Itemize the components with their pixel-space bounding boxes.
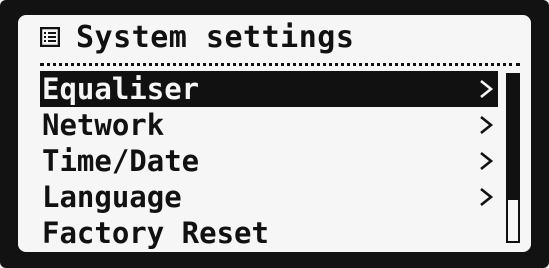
menu-item-factory-reset[interactable]: Factory Reset <box>40 215 498 251</box>
chevron-right-icon <box>480 115 494 135</box>
menu-item-time-date[interactable]: Time/Date <box>40 143 498 179</box>
settings-menu: Equaliser Network Time/Date Language Fac… <box>40 71 498 251</box>
scrollbar-thumb[interactable] <box>508 75 518 200</box>
chevron-right-icon <box>480 151 494 171</box>
menu-item-label: Time/Date <box>42 144 200 178</box>
menu-item-label: Language <box>42 180 182 214</box>
menu-item-network[interactable]: Network <box>40 107 498 143</box>
list-icon <box>40 27 60 47</box>
menu-item-label: Factory Reset <box>42 216 269 250</box>
menu-item-equaliser[interactable]: Equaliser <box>40 71 498 107</box>
lcd-screen: System settings Equaliser Network Time/D… <box>18 15 531 252</box>
scrollbar[interactable] <box>506 73 520 243</box>
page-title: System settings <box>76 20 355 55</box>
menu-item-language[interactable]: Language <box>40 179 498 215</box>
header-divider <box>40 63 520 66</box>
chevron-right-icon <box>480 187 494 207</box>
menu-item-label: Network <box>42 108 165 142</box>
menu-item-label: Equaliser <box>42 72 200 106</box>
device-bezel: System settings Equaliser Network Time/D… <box>0 0 549 268</box>
chevron-right-icon <box>480 79 494 99</box>
screen-header: System settings <box>18 15 531 61</box>
